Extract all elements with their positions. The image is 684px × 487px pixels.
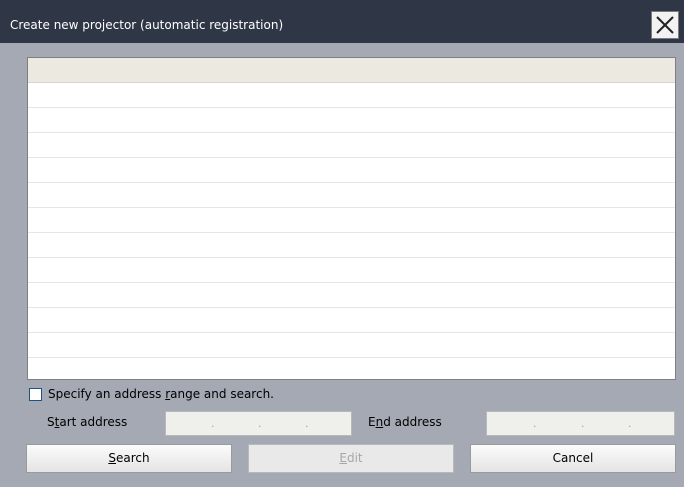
window-title: Create new projector (automatic registra… xyxy=(10,18,284,32)
list-header[interactable] xyxy=(28,58,675,83)
list-row[interactable] xyxy=(28,233,675,258)
start-address-label: Start address xyxy=(47,415,128,429)
ip-separator: . xyxy=(581,417,585,430)
list-row[interactable] xyxy=(28,308,675,333)
ip-separator: . xyxy=(533,417,537,430)
list-row[interactable] xyxy=(28,283,675,308)
edit-button[interactable]: Edit xyxy=(248,444,454,473)
close-icon xyxy=(656,16,674,34)
list-row[interactable] xyxy=(28,83,675,108)
end-address-input[interactable]: . . . xyxy=(486,411,675,436)
list-row[interactable] xyxy=(28,258,675,283)
list-row[interactable] xyxy=(28,158,675,183)
dialog-window: Create new projector (automatic registra… xyxy=(0,0,684,487)
cancel-button[interactable]: Cancel xyxy=(470,444,676,473)
search-button[interactable]: Search xyxy=(26,444,232,473)
close-button[interactable] xyxy=(651,11,679,39)
address-range-label[interactable]: Specify an address range and search. xyxy=(48,387,274,401)
ip-separator: . xyxy=(211,417,215,430)
list-row[interactable] xyxy=(28,333,675,358)
start-address-input[interactable]: . . . xyxy=(165,411,352,436)
list-row[interactable] xyxy=(28,133,675,158)
end-address-label: End address xyxy=(368,415,442,429)
ip-separator: . xyxy=(305,417,309,430)
title-bar: Create new projector (automatic registra… xyxy=(0,0,684,43)
list-row[interactable] xyxy=(28,183,675,208)
projector-list[interactable] xyxy=(27,57,676,380)
list-row[interactable] xyxy=(28,208,675,233)
ip-separator: . xyxy=(628,417,632,430)
list-row[interactable] xyxy=(28,108,675,133)
address-range-checkbox[interactable] xyxy=(29,388,42,401)
ip-separator: . xyxy=(258,417,262,430)
